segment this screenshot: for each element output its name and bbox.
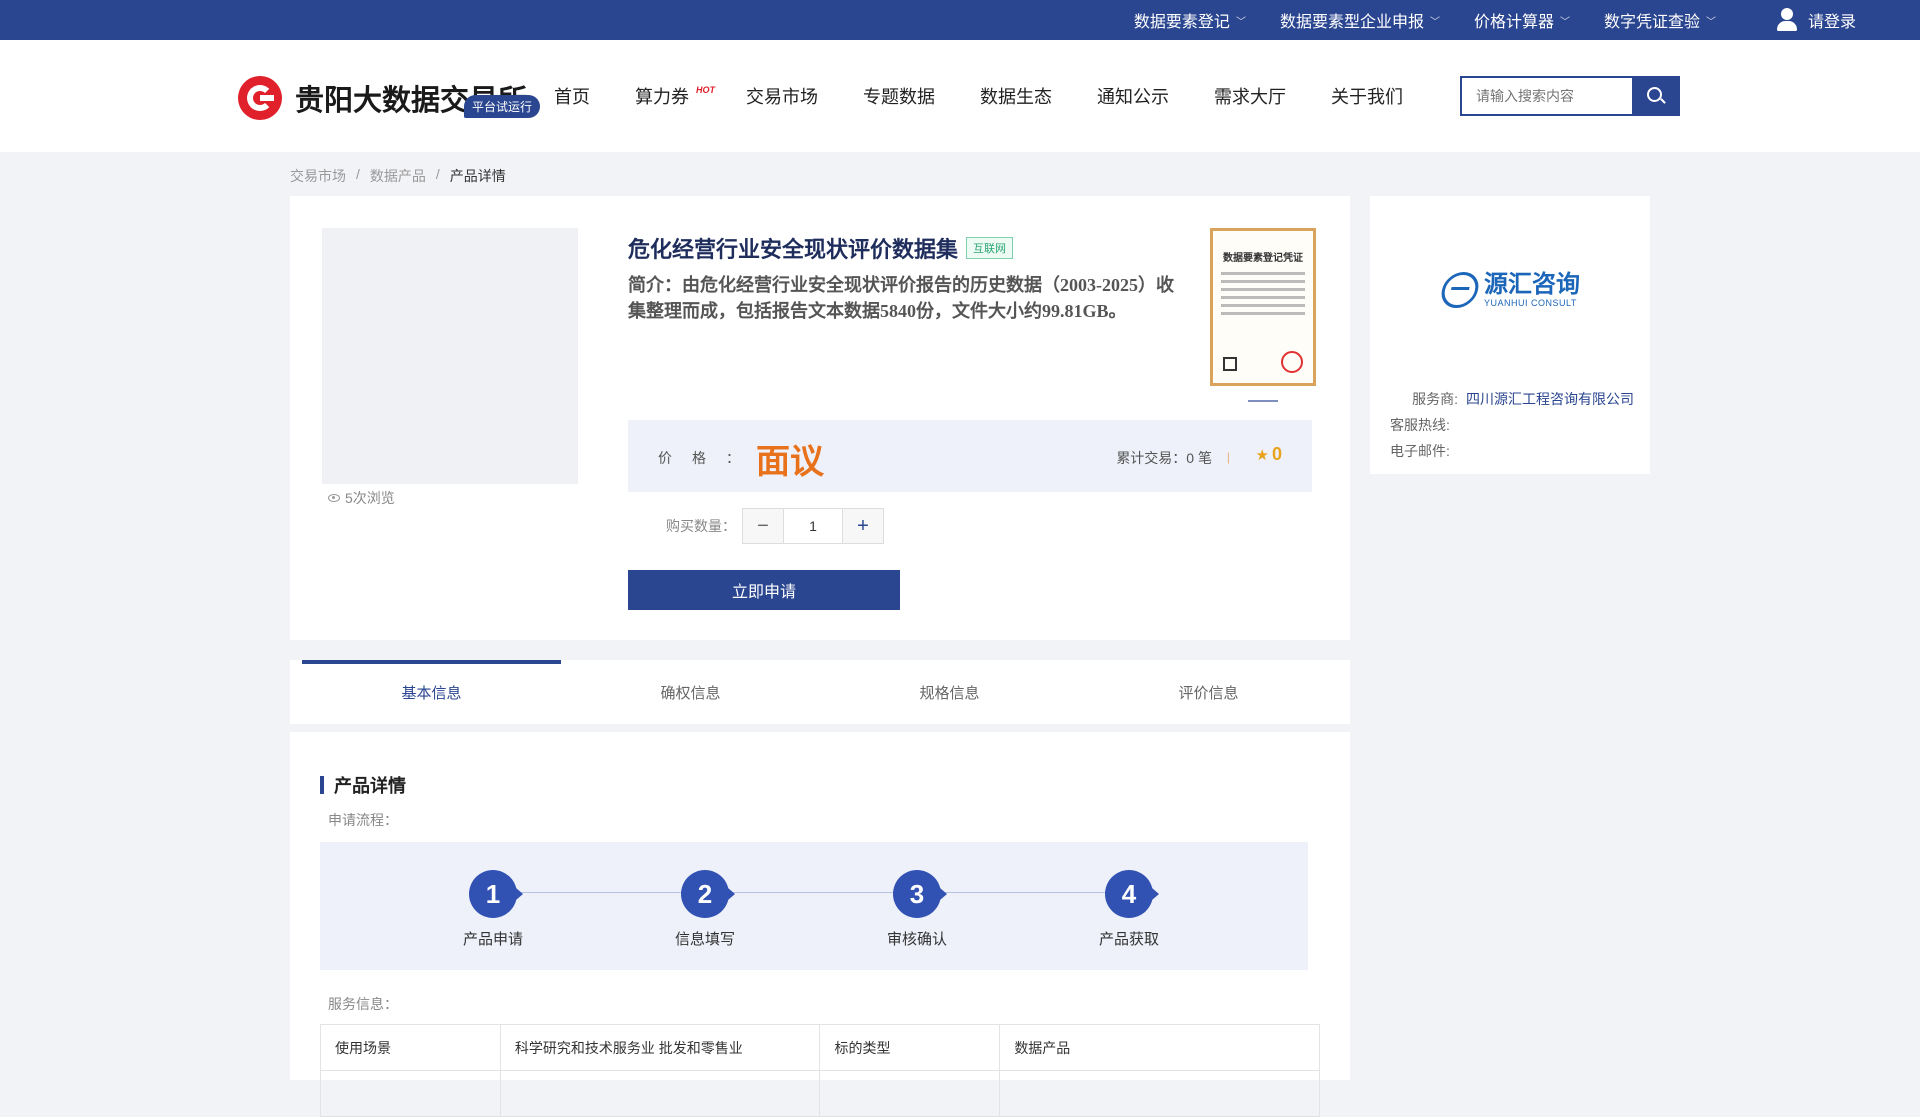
star-icon: ★ bbox=[1255, 446, 1269, 464]
quantity-decrease-button[interactable]: − bbox=[742, 508, 784, 544]
top-link-certificate-check[interactable]: 数字凭证查验 ﹀ bbox=[1604, 8, 1716, 32]
apply-now-button[interactable]: 立即申请 bbox=[628, 570, 900, 610]
certificate-indicator bbox=[1248, 400, 1278, 402]
product-title: 危化经营行业安全现状评价数据集 互联网 bbox=[628, 232, 1014, 264]
view-count: 5次浏览 bbox=[328, 488, 395, 508]
quantity-stepper: 购买数量： − 1 + bbox=[666, 508, 884, 544]
nav-ecosystem[interactable]: 数据生态 bbox=[980, 83, 1052, 109]
chevron-down-icon: ﹀ bbox=[1705, 16, 1716, 28]
nav-compute-voucher[interactable]: 算力券 HOT bbox=[635, 83, 715, 109]
top-link-enterprise-declaration[interactable]: 数据要素型企业申报 ﹀ bbox=[1280, 8, 1440, 32]
flow-step: 1 产品申请 bbox=[438, 870, 548, 949]
chevron-down-icon: ﹀ bbox=[1235, 16, 1246, 28]
provider-logo[interactable]: 源汇咨询 YUANHUI CONSULT bbox=[1438, 272, 1580, 308]
main-nav: 首页 算力券 HOT 交易市场 专题数据 数据生态 通知公示 需求大厅 关于我们 bbox=[554, 40, 1448, 152]
hot-badge: HOT bbox=[696, 85, 715, 95]
table-row: 使用场景 科学研究和技术服务业 批发和零售业 标的类型 数据产品 bbox=[320, 1024, 1320, 1071]
search-input[interactable] bbox=[1460, 76, 1632, 116]
service-info-table: 使用场景 科学研究和技术服务业 批发和零售业 标的类型 数据产品 bbox=[320, 1024, 1320, 1117]
logo-mark-icon bbox=[238, 76, 282, 120]
price-value: 面议 bbox=[756, 443, 824, 481]
flow-line bbox=[490, 892, 1126, 893]
user-icon bbox=[1776, 8, 1798, 32]
breadcrumb-current: 产品详情 bbox=[449, 168, 506, 184]
flow-step: 2 信息填写 bbox=[650, 870, 760, 949]
price-box: 价格： 面议 累计交易：0 笔 | ★ 0 bbox=[628, 420, 1312, 492]
tab-review-info[interactable]: 评价信息 bbox=[1079, 660, 1338, 724]
tab-rights-info[interactable]: 确权信息 bbox=[561, 660, 820, 724]
flow-step: 3 审核确认 bbox=[862, 870, 972, 949]
hotline-label: 客服热线: bbox=[1390, 417, 1450, 433]
site-header: 贵阳大数据交易所 平台试运行 首页 算力券 HOT 交易市场 专题数据 数据生态 … bbox=[0, 40, 1920, 152]
product-image bbox=[322, 228, 578, 484]
product-description: 简介：由危化经营行业安全现状评价报告的历史数据（2003-2025）收集整理而成… bbox=[628, 275, 1174, 321]
search-icon bbox=[1647, 87, 1666, 105]
provider-info: 服务商: 四川源汇工程咨询有限公司 客服热线: 电子邮件: bbox=[1390, 386, 1634, 464]
quantity-label: 购买数量： bbox=[666, 518, 736, 534]
service-provider-name[interactable]: 四川源汇工程咨询有限公司 bbox=[1466, 386, 1634, 412]
detail-tabs: 基本信息 确权信息 规格信息 评价信息 bbox=[290, 660, 1350, 724]
top-bar: 数据要素登记 ﹀ 数据要素型企业申报 ﹀ 价格计算器 ﹀ 数字凭证查验 ﹀ 请登录 bbox=[0, 0, 1920, 40]
chevron-down-icon: ﹀ bbox=[1429, 16, 1440, 28]
search-button[interactable] bbox=[1632, 76, 1680, 116]
certificate-title: 数据要素登记凭证 bbox=[1223, 253, 1303, 264]
top-link-price-calculator[interactable]: 价格计算器 ﹀ bbox=[1474, 8, 1570, 32]
nav-market[interactable]: 交易市场 bbox=[746, 83, 818, 109]
breadcrumb-data-products[interactable]: 数据产品 bbox=[370, 166, 426, 186]
nav-demand-hall[interactable]: 需求大厅 bbox=[1214, 83, 1286, 109]
product-card: 5次浏览 危化经营行业安全现状评价数据集 互联网 简介：由危化经营行业安全现状评… bbox=[290, 196, 1350, 640]
section-title: 产品详情 bbox=[320, 772, 406, 798]
seal-icon bbox=[1281, 351, 1303, 373]
price-label: 价格： bbox=[658, 450, 760, 466]
tab-spec-info[interactable]: 规格信息 bbox=[820, 660, 1079, 724]
trade-count: 累计交易：0 笔 bbox=[1116, 450, 1212, 466]
provider-logo-mark-icon bbox=[1438, 272, 1482, 308]
breadcrumb-separator: / bbox=[435, 166, 440, 182]
divider: | bbox=[1226, 450, 1230, 464]
chevron-down-icon: ﹀ bbox=[1559, 16, 1570, 28]
nav-notices[interactable]: 通知公示 bbox=[1097, 83, 1169, 109]
quantity-increase-button[interactable]: + bbox=[842, 508, 884, 544]
service-info-label: 服务信息： bbox=[328, 996, 398, 1012]
breadcrumb-market[interactable]: 交易市场 bbox=[290, 166, 346, 186]
product-detail-section: 产品详情 申请流程： 1 产品申请 2 信息填写 3 审核确认 4 产品获取 服… bbox=[290, 732, 1350, 1117]
category-tag: 互联网 bbox=[966, 237, 1014, 259]
eye-icon bbox=[328, 494, 340, 502]
nav-topic-data[interactable]: 专题数据 bbox=[863, 83, 935, 109]
qr-code-icon bbox=[1223, 357, 1237, 371]
top-link-data-registration[interactable]: 数据要素登记 ﹀ bbox=[1134, 8, 1246, 32]
registration-certificate[interactable]: 数据要素登记凭证 bbox=[1210, 228, 1316, 386]
application-flow: 1 产品申请 2 信息填写 3 审核确认 4 产品获取 bbox=[320, 842, 1308, 970]
nav-about[interactable]: 关于我们 bbox=[1331, 83, 1403, 109]
quantity-input[interactable]: 1 bbox=[784, 508, 842, 544]
breadcrumb: 交易市场 / 数据产品 / 产品详情 bbox=[290, 166, 516, 186]
trial-badge: 平台试运行 bbox=[464, 95, 541, 118]
nav-home[interactable]: 首页 bbox=[554, 83, 590, 109]
service-provider-label: 服务商: bbox=[1412, 391, 1458, 407]
top-links: 数据要素登记 ﹀ 数据要素型企业申报 ﹀ 价格计算器 ﹀ 数字凭证查验 ﹀ 请登录 bbox=[1100, 0, 1856, 40]
flow-label: 申请流程： bbox=[328, 812, 398, 828]
tab-basic-info[interactable]: 基本信息 bbox=[302, 660, 561, 724]
login-link[interactable]: 请登录 bbox=[1776, 8, 1856, 32]
rating: ★ 0 bbox=[1255, 444, 1282, 464]
flow-step: 4 产品获取 bbox=[1074, 870, 1184, 949]
breadcrumb-separator: / bbox=[356, 166, 360, 182]
search-box bbox=[1460, 76, 1680, 116]
provider-card: 源汇咨询 YUANHUI CONSULT 服务商: 四川源汇工程咨询有限公司 客… bbox=[1370, 196, 1650, 474]
email-label: 电子邮件: bbox=[1390, 443, 1450, 459]
table-row bbox=[320, 1070, 1320, 1117]
